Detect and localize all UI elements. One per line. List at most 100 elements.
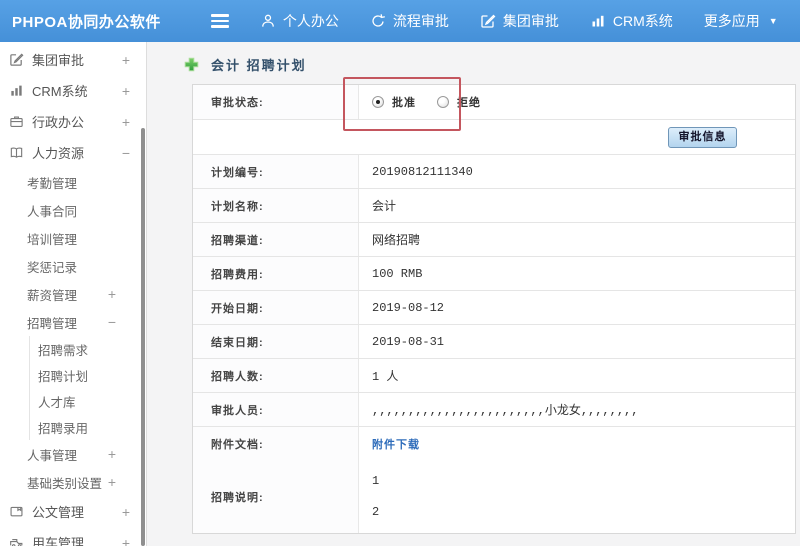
recruit-cost-value: 100 RMB <box>372 266 423 281</box>
sidebar-item-label: 人才库 <box>38 395 76 410</box>
sidebar-item-label: 人力资源 <box>32 146 85 161</box>
edit-square-icon <box>480 13 496 29</box>
detail-table: 审批状态: 批准 拒绝 审批信息 计划编号: 20190812111340 计划… <box>192 77 796 534</box>
bar-chart-icon <box>9 83 25 98</box>
table-row-plan-no: 计划编号: 20190812111340 <box>193 155 795 189</box>
main-content: 会计 招聘计划 审批状态: 批准 拒绝 审批信息 计划编号: 201908121… <box>147 42 800 546</box>
expand-toggle-icon[interactable]: + <box>122 53 130 67</box>
page-title: 会计 招聘计划 <box>211 57 307 73</box>
expand-toggle-icon[interactable]: + <box>108 447 116 461</box>
radio-reject[interactable] <box>437 96 449 108</box>
approval-radio-group: 批准 拒绝 <box>372 94 502 110</box>
expand-toggle-icon[interactable]: + <box>122 115 130 129</box>
approval-status-row: 审批状态: 批准 拒绝 <box>193 85 795 120</box>
expand-toggle-icon[interactable]: + <box>108 475 116 489</box>
field-label: 招聘人数: <box>193 359 359 392</box>
expand-toggle-icon[interactable]: + <box>122 505 130 519</box>
sidebar-item-admin-office[interactable]: 行政办公 + <box>0 106 146 137</box>
end-date-value: 2019-08-31 <box>372 334 445 349</box>
field-label: 计划名称: <box>193 189 359 222</box>
sidebar-item-label: 用车管理 <box>32 536 85 546</box>
radio-option-reject: 拒绝 <box>437 94 502 110</box>
field-label: 计划编号: <box>193 155 359 188</box>
field-rows: 计划编号: 20190812111340 计划名称: 会计 招聘渠道: 网络招聘… <box>193 155 795 460</box>
page-header: 会计 招聘计划 <box>184 55 800 73</box>
sidebar-item-label: 招聘录用 <box>38 421 89 436</box>
field-label: 附件文档: <box>193 427 359 460</box>
expand-toggle-icon[interactable]: + <box>122 536 130 546</box>
plus-icon <box>184 57 199 72</box>
app-logo: PHPOA协同办公软件 <box>12 13 161 31</box>
sidebar-item-hr-contract[interactable]: 人事合同 <box>0 196 146 224</box>
sidebar-item-label: 招聘计划 <box>38 369 89 384</box>
radio-option-approve: 批准 <box>372 94 437 110</box>
nav-item-label: 流程审批 <box>392 13 449 29</box>
sidebar-item-vehicle-mgmt[interactable]: 用车管理 + <box>0 527 146 546</box>
edit-square-icon <box>9 52 25 67</box>
table-row-recruit-cost: 招聘费用: 100 RMB <box>193 257 795 291</box>
nav-item-label: 集团审批 <box>502 13 559 29</box>
car-icon <box>9 535 25 546</box>
sidebar-item-salary-mgmt[interactable]: 薪资管理 + <box>0 280 146 308</box>
sidebar-item-recruit-mgmt[interactable]: 招聘管理 − <box>0 308 146 336</box>
recruit-count-value: 1 人 <box>372 370 399 384</box>
description-line: 1 <box>372 473 380 488</box>
sidebar-item-training-mgmt[interactable]: 培训管理 <box>0 224 146 252</box>
expand-toggle-icon[interactable]: − <box>122 146 130 160</box>
nav-item-label: 个人办公 <box>282 13 339 29</box>
attachment-download-link[interactable]: 附件下载 <box>372 436 420 452</box>
field-label: 结束日期: <box>193 325 359 358</box>
sidebar-item-personnel-mgmt[interactable]: 人事管理 + <box>0 440 146 468</box>
nav-item-group-approval[interactable]: 集团审批 <box>480 11 559 31</box>
field-label: 招聘费用: <box>193 257 359 290</box>
caret-down-icon: ▼ <box>768 15 778 26</box>
navbar-menu: 个人办公 流程审批 集团审批 CRM系统 更多应用 ▼ <box>229 11 778 31</box>
sidebar-item-recruit-hiring[interactable]: 招聘录用 <box>29 414 146 440</box>
description-line: 2 <box>372 504 380 519</box>
sidebar-item-label: 人事管理 <box>27 448 78 463</box>
sidebar-item-label: 基础类别设置 <box>27 476 103 491</box>
field-label: 开始日期: <box>193 291 359 324</box>
description-row: 招聘说明: 1 2 <box>193 460 795 533</box>
approval-info-button[interactable]: 审批信息 <box>668 126 737 148</box>
expand-toggle-icon[interactable]: + <box>122 84 130 98</box>
sidebar-item-attendance-mgmt[interactable]: 考勤管理 <box>0 168 146 196</box>
sidebar-menu: 集团审批 + CRM系统 + 行政办公 + 人力资源 − 考勤管理 人事合同 培… <box>0 42 146 546</box>
nav-item-label: 更多应用 <box>703 13 760 29</box>
field-label: 招聘渠道: <box>193 223 359 256</box>
nav-item-workflow-approval[interactable]: 流程审批 <box>370 11 449 31</box>
plan-name-value: 会计 <box>372 200 397 214</box>
hamburger-icon[interactable] <box>210 14 229 28</box>
sidebar-item-human-resources[interactable]: 人力资源 − <box>0 137 146 168</box>
nav-item-crm-system[interactable]: CRM系统 <box>590 11 673 31</box>
sidebar-scrollbar[interactable] <box>141 128 145 546</box>
table-row-recruit-channel: 招聘渠道: 网络招聘 <box>193 223 795 257</box>
sidebar-item-recruit-demand[interactable]: 招聘需求 <box>29 336 146 362</box>
sidebar-item-label: 人事合同 <box>27 204 78 219</box>
sidebar-item-document-mgmt[interactable]: 公文管理 + <box>0 496 146 527</box>
expand-toggle-icon[interactable]: − <box>108 315 116 329</box>
table-row-attachment: 附件文档: 附件下载 <box>193 427 795 460</box>
approvers-value: ,,,,,,,,,,,,,,,,,,,,,,,,小龙女,,,,,,,, <box>372 404 639 418</box>
table-row-approvers: 审批人员: ,,,,,,,,,,,,,,,,,,,,,,,,小龙女,,,,,,,… <box>193 393 795 427</box>
expand-toggle-icon[interactable]: + <box>108 287 116 301</box>
sidebar-item-talent-pool[interactable]: 人才库 <box>29 388 146 414</box>
sidebar: 集团审批 + CRM系统 + 行政办公 + 人力资源 − 考勤管理 人事合同 培… <box>0 42 147 546</box>
sidebar-item-label: 公文管理 <box>32 505 85 520</box>
sidebar-item-reward-punish-records[interactable]: 奖惩记录 <box>0 252 146 280</box>
sidebar-item-group-approval[interactable]: 集团审批 + <box>0 44 146 75</box>
plan-no-value: 20190812111340 <box>372 164 473 179</box>
sidebar-item-crm-system[interactable]: CRM系统 + <box>0 75 146 106</box>
field-label: 审批人员: <box>193 393 359 426</box>
nav-item-personal-office[interactable]: 个人办公 <box>260 11 339 31</box>
radio-approve-selected[interactable] <box>372 96 384 108</box>
approval-button-row: 审批信息 <box>193 120 795 155</box>
briefcase-icon <box>9 114 25 129</box>
user-icon <box>260 13 276 29</box>
table-row-plan-name: 计划名称: 会计 <box>193 189 795 223</box>
nav-item-more-apps[interactable]: 更多应用 ▼ <box>704 11 778 31</box>
sidebar-item-label: 奖惩记录 <box>27 260 78 275</box>
book-icon <box>9 145 25 160</box>
sidebar-item-base-category-settings[interactable]: 基础类别设置 + <box>0 468 146 496</box>
sidebar-item-recruit-plan[interactable]: 招聘计划 <box>29 362 146 388</box>
